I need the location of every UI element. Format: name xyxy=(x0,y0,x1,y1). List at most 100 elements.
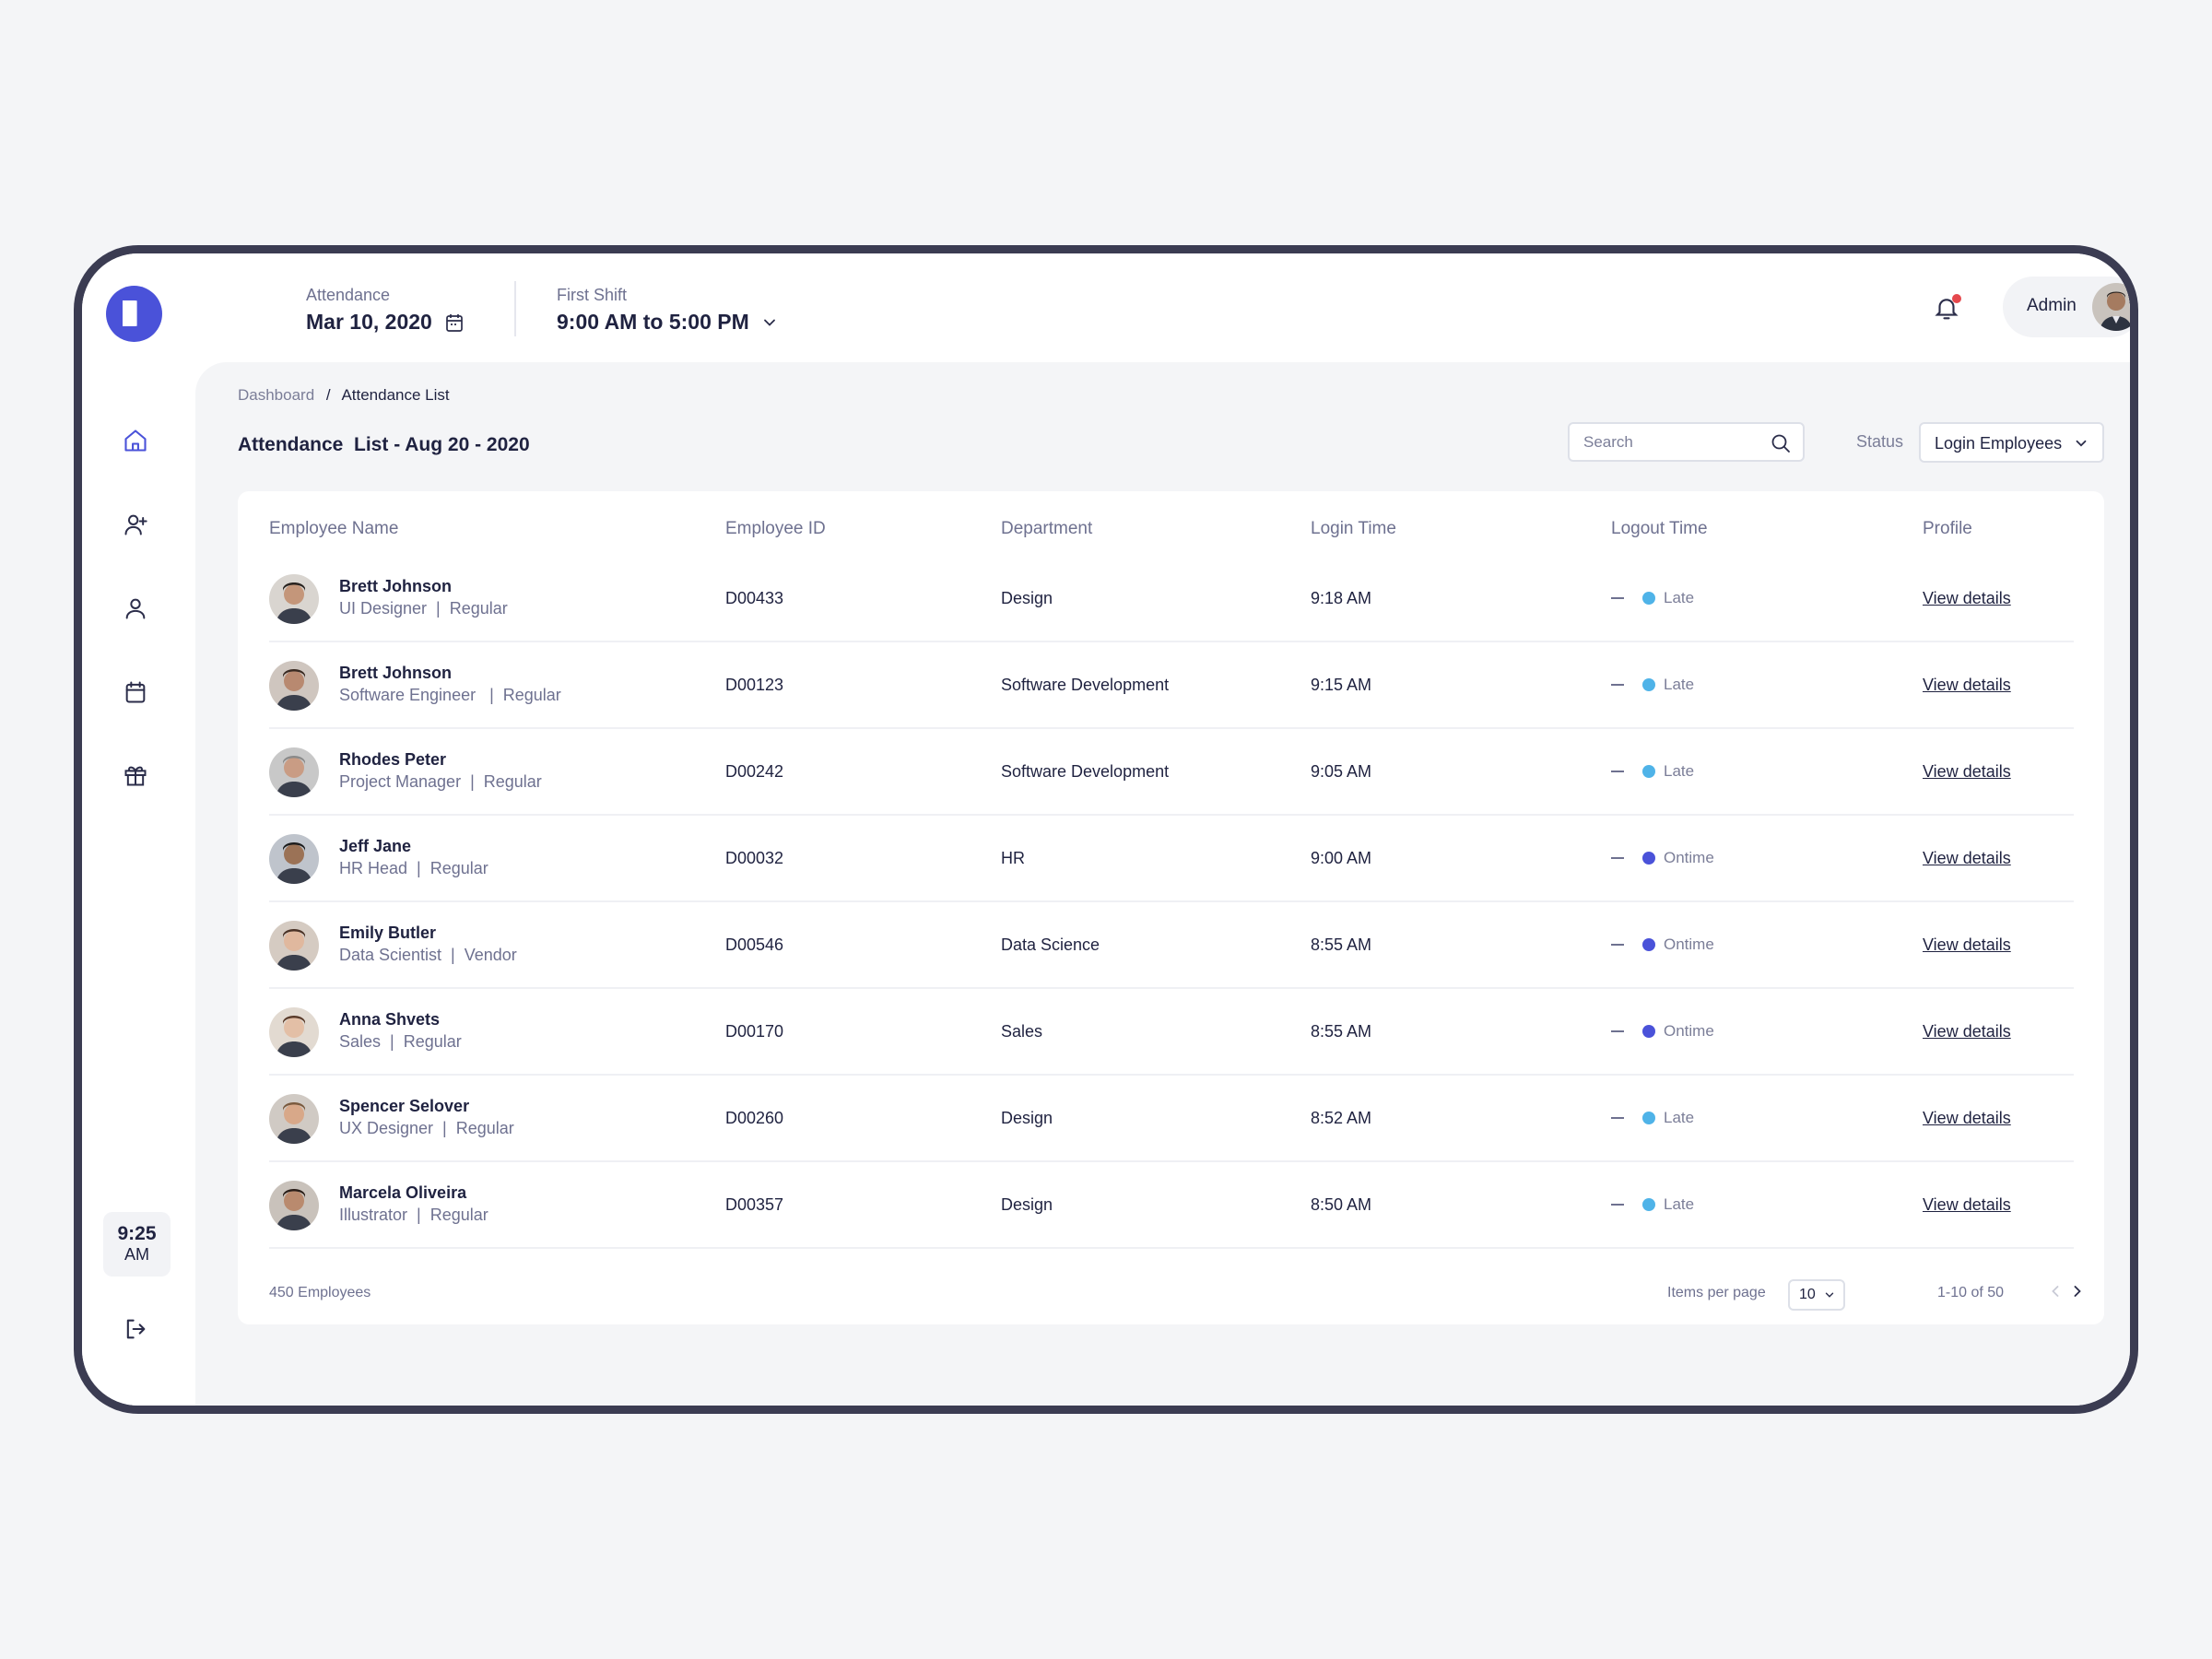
logout-empty-dash xyxy=(1611,771,1624,772)
employee-role: UX Designer | Regular xyxy=(339,1119,514,1137)
clock-time: 9:25 xyxy=(117,1223,157,1244)
logout-icon[interactable] xyxy=(122,1315,149,1343)
search-icon[interactable] xyxy=(1770,432,1792,454)
admin-menu[interactable]: Admin xyxy=(2003,276,2130,337)
header-divider xyxy=(514,281,516,336)
logout-empty-dash xyxy=(1611,597,1624,599)
status-value: Login Employees xyxy=(1935,434,2063,453)
breadcrumb-current: Attendance List xyxy=(341,386,450,404)
department: HR xyxy=(1001,849,1025,867)
table-row: Marcela Oliveira Illustrator | Regular D… xyxy=(269,1162,2074,1249)
department: Data Science xyxy=(1001,935,1100,954)
logout-empty-dash xyxy=(1611,944,1624,946)
chevron-down-icon xyxy=(2076,440,2087,447)
employee-name: Marcela Oliveira xyxy=(339,1183,467,1202)
logout-empty-dash xyxy=(1611,684,1624,686)
employee-avatar xyxy=(269,1007,319,1057)
search-box[interactable] xyxy=(1568,422,1805,462)
login-time: 8:52 AM xyxy=(1311,1109,1372,1127)
employee-id: D00123 xyxy=(725,676,784,694)
employee-id: D00433 xyxy=(725,589,784,607)
app-logo[interactable] xyxy=(106,286,162,342)
login-time: 9:05 AM xyxy=(1311,762,1372,781)
view-details-link[interactable]: View details xyxy=(1923,676,2011,695)
table-footer: 450 Employees Items per page 10 1-10 of … xyxy=(269,1279,2081,1311)
login-time: 8:50 AM xyxy=(1311,1195,1372,1214)
col-login-time: Login Time xyxy=(1311,519,1396,538)
employee-avatar xyxy=(269,1181,319,1230)
breadcrumb-separator: / xyxy=(325,386,331,404)
shift-selector[interactable]: First Shift 9:00 AM to 5:00 PM xyxy=(557,286,779,335)
employee-avatar xyxy=(269,747,319,797)
table-row: Brett Johnson Software Engineer | Regula… xyxy=(269,642,2074,729)
view-details-link[interactable]: View details xyxy=(1923,1109,2011,1128)
employee-name: Brett Johnson xyxy=(339,664,453,682)
col-employee-name: Employee Name xyxy=(269,519,399,538)
table-row: Spencer Selover UX Designer | Regular D0… xyxy=(269,1076,2074,1162)
employee-role: HR Head | Regular xyxy=(339,859,488,877)
home-icon[interactable] xyxy=(122,427,149,454)
calendar-icon[interactable] xyxy=(122,678,149,706)
employee-name: Emily Butler xyxy=(339,924,437,942)
status-dot xyxy=(1642,592,1655,605)
attendance-label: Attendance xyxy=(306,286,391,304)
view-details-link[interactable]: View details xyxy=(1923,935,2011,955)
col-department: Department xyxy=(1001,519,1093,538)
logout-empty-dash xyxy=(1611,1030,1624,1032)
employee-role: Sales | Regular xyxy=(339,1032,462,1051)
status-dot xyxy=(1642,1025,1655,1038)
col-profile: Profile xyxy=(1923,519,1972,538)
search-input[interactable] xyxy=(1583,433,1759,452)
employee-avatar xyxy=(269,834,319,884)
gift-icon[interactable] xyxy=(122,761,149,789)
status-text: Ontime xyxy=(1664,849,1714,866)
clock-widget: 9:25 AM xyxy=(103,1212,171,1277)
sidebar: 9:25 AM xyxy=(82,253,195,1406)
page-range: 1-10 of 50 xyxy=(1937,1285,2005,1300)
view-details-link[interactable]: View details xyxy=(1923,762,2011,782)
clock-ampm: AM xyxy=(124,1245,149,1264)
chevron-left-icon[interactable] xyxy=(2046,1282,2065,1300)
breadcrumb-root[interactable]: Dashboard xyxy=(238,386,314,404)
chevron-down-icon[interactable] xyxy=(760,313,779,332)
department: Sales xyxy=(1001,1022,1043,1041)
admin-name: Admin xyxy=(2027,296,2077,315)
employee-avatar xyxy=(269,661,319,711)
top-header: Attendance Mar 10, 2020 First Shift 9:00… xyxy=(195,253,2130,362)
view-details-link[interactable]: View details xyxy=(1923,589,2011,608)
status-dot xyxy=(1642,1198,1655,1211)
department: Design xyxy=(1001,1109,1053,1127)
logout-empty-dash xyxy=(1611,1204,1624,1206)
view-details-link[interactable]: View details xyxy=(1923,849,2011,868)
employee-role: Software Engineer | Regular xyxy=(339,686,561,704)
status-dropdown[interactable]: Login Employees xyxy=(1919,422,2104,463)
table-header: Employee Name Employee ID Department Log… xyxy=(269,519,2074,543)
chevron-right-icon[interactable] xyxy=(2068,1282,2087,1300)
status-text: Ontime xyxy=(1664,1022,1714,1040)
view-details-link[interactable]: View details xyxy=(1923,1195,2011,1215)
items-per-page-select[interactable]: 10 xyxy=(1788,1279,1845,1311)
user-icon[interactable] xyxy=(122,594,149,622)
employee-role: UI Designer | Regular xyxy=(339,599,508,618)
employee-avatar xyxy=(269,921,319,971)
app-window: 9:25 AM Attendance Mar 10, 2020 First Sh… xyxy=(74,245,2138,1414)
date-selector[interactable]: Attendance Mar 10, 2020 xyxy=(306,286,465,335)
login-time: 9:00 AM xyxy=(1311,849,1372,867)
items-per-page-label: Items per page xyxy=(1667,1285,1766,1300)
calendar-icon[interactable] xyxy=(443,312,465,334)
employee-name: Jeff Jane xyxy=(339,837,412,855)
shift-value: 9:00 AM to 5:00 PM xyxy=(557,310,749,334)
employee-avatar xyxy=(269,1094,319,1144)
status-text: Late xyxy=(1664,1195,1695,1213)
status-dot xyxy=(1642,678,1655,691)
add-user-icon[interactable] xyxy=(122,511,149,538)
table-body: Brett Johnson UI Designer | Regular D004… xyxy=(269,556,2074,1249)
col-employee-id: Employee ID xyxy=(725,519,826,538)
department: Design xyxy=(1001,1195,1053,1214)
logout-empty-dash xyxy=(1611,1117,1624,1119)
status-dot xyxy=(1642,765,1655,778)
view-details-link[interactable]: View details xyxy=(1923,1022,2011,1041)
table-row: Emily Butler Data Scientist | Vendor D00… xyxy=(269,902,2074,989)
employee-name: Brett Johnson xyxy=(339,577,453,595)
department: Software Development xyxy=(1001,762,1170,781)
